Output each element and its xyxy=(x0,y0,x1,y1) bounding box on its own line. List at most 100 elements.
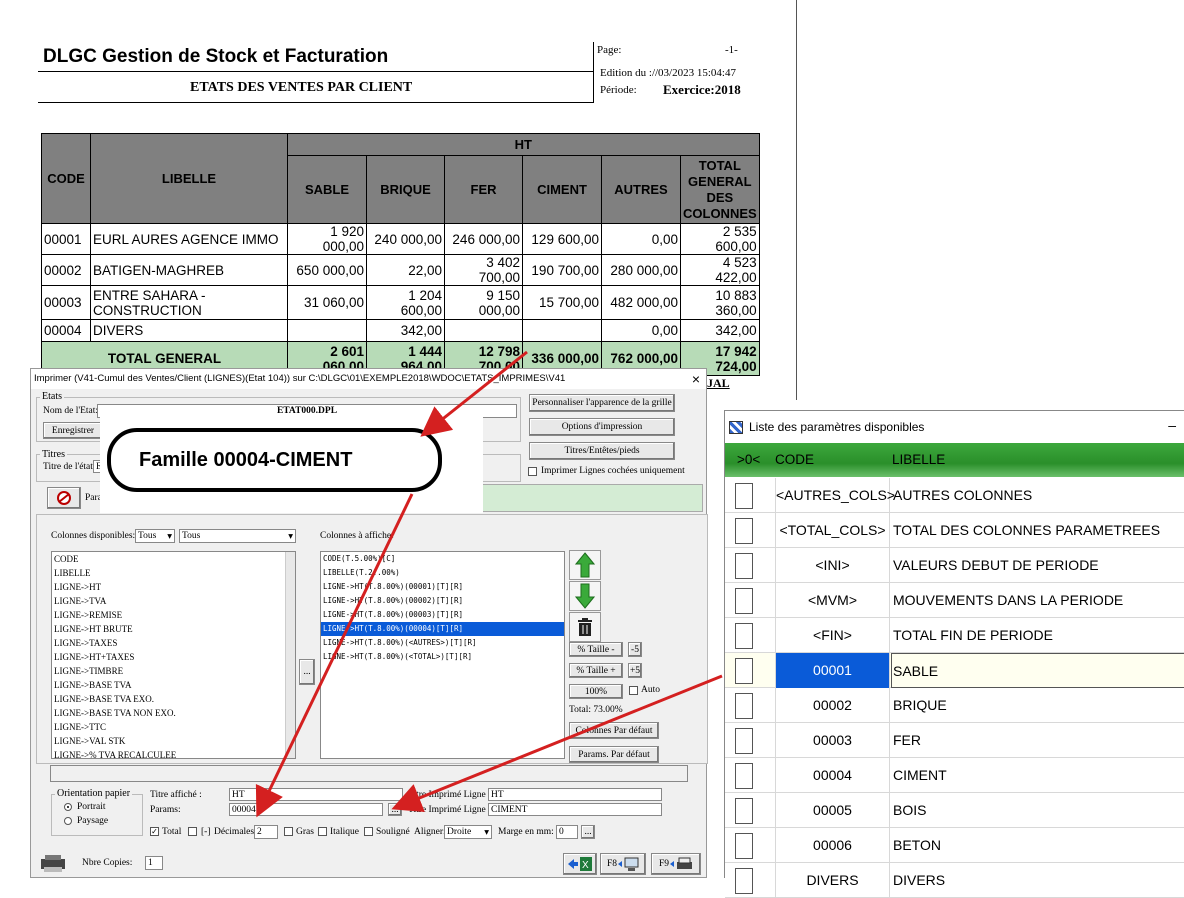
list-item[interactable]: LIBELLE(T.2..00%) xyxy=(321,566,564,580)
taille-plus-button[interactable]: % Taille + xyxy=(569,663,623,678)
portrait-radio[interactable] xyxy=(64,803,72,811)
param-row-selected[interactable]: 00001 SABLE xyxy=(725,653,1184,688)
row-checkbox[interactable] xyxy=(735,798,753,824)
libelle-header[interactable]: LIBELLE xyxy=(892,443,945,477)
row-checkbox[interactable] xyxy=(735,693,753,719)
periode-label: Période: xyxy=(600,84,637,96)
excel-export-button[interactable]: X xyxy=(563,853,597,875)
move-column-button[interactable]: ... xyxy=(299,659,315,685)
list-item[interactable]: LIGNE->BASE TVA EXO. xyxy=(52,692,295,706)
cell-value: 280 000,00 xyxy=(601,254,681,286)
list-item[interactable]: CODE(T.5.00%)[C] xyxy=(321,552,564,566)
minimize-icon[interactable]: – xyxy=(1168,417,1176,433)
list-item[interactable]: LIGNE->HT(T.8.00%)(00003)[T][R] xyxy=(321,608,564,622)
row-checkbox[interactable] xyxy=(735,763,753,789)
decimales-spinner[interactable]: 2 xyxy=(254,825,278,839)
list-item[interactable]: LIBELLE xyxy=(52,566,295,580)
titre-affiche-field[interactable]: HT xyxy=(229,788,403,801)
aligner-select[interactable]: Droite ▾ xyxy=(444,825,492,839)
list-item[interactable]: LIGNE->HT(T.8.00%)(00002)[T][R] xyxy=(321,594,564,608)
param-row[interactable]: <INI> VALEURS DEBUT DE PERIODE xyxy=(725,548,1184,583)
param-row[interactable]: <TOTAL_COLS> TOTAL DES COLONNES PARAMETRE… xyxy=(725,513,1184,548)
param-row[interactable]: 00006 BETON xyxy=(725,828,1184,863)
filter1-select[interactable]: Tous ▾ xyxy=(135,529,175,543)
list-item[interactable]: LIGNE->HT(T.8.00%)(<TOTAL>)[T][R] xyxy=(321,650,564,664)
param-row[interactable]: 00002 BRIQUE xyxy=(725,688,1184,723)
param-row[interactable]: <MVM> MOUVEMENTS DANS LA PERIODE xyxy=(725,583,1184,618)
auto-checkbox[interactable] xyxy=(629,686,638,695)
param-row[interactable]: 00003 FER xyxy=(725,723,1184,758)
copies-spinner[interactable]: 1 xyxy=(145,856,163,870)
list-item[interactable]: LIGNE->HT xyxy=(52,580,295,594)
close-icon[interactable]: × xyxy=(692,371,700,387)
printer-settings-icon[interactable] xyxy=(39,853,67,873)
row-checkbox[interactable] xyxy=(735,623,753,649)
italique-checkbox[interactable] xyxy=(318,827,327,836)
souligne-checkbox[interactable] xyxy=(364,827,373,836)
list-item[interactable]: LIGNE->% TVA RECALCULEE xyxy=(52,748,295,758)
param-libelle: FER xyxy=(893,732,921,748)
row-checkbox[interactable] xyxy=(735,833,753,859)
chevron-down-icon: ▾ xyxy=(288,532,293,542)
options-impression-button[interactable]: Options d'impression xyxy=(529,418,675,436)
row-checkbox[interactable] xyxy=(735,868,753,894)
minus-checkbox[interactable] xyxy=(188,827,197,836)
list-item[interactable]: LIGNE->VAL STK xyxy=(52,734,295,748)
filter2-select[interactable]: Tous ▾ xyxy=(179,529,296,543)
taille-minus-value[interactable]: -5 xyxy=(628,642,642,657)
available-columns-list[interactable]: CODE LIBELLE LIGNE->HT LIGNE->TVA LIGNE-… xyxy=(51,551,296,759)
taille-plus-value[interactable]: +5 xyxy=(628,663,642,678)
list-item[interactable]: LIGNE->REMISE xyxy=(52,608,295,622)
taille-minus-button[interactable]: % Taille - xyxy=(569,642,623,657)
row-checkbox[interactable] xyxy=(735,518,753,544)
list-item[interactable]: LIGNE->HT BRUTE xyxy=(52,622,295,636)
param-row[interactable]: <AUTRES_COLS> AUTRES COLONNES xyxy=(725,478,1184,513)
gras-checkbox[interactable] xyxy=(284,827,293,836)
delete-button[interactable] xyxy=(569,612,601,642)
row-checkbox[interactable] xyxy=(735,658,753,684)
colonnes-defaut-button[interactable]: Colonnes Par défaut xyxy=(569,722,659,739)
params-browse-button[interactable]: ... xyxy=(388,803,402,816)
list-item[interactable]: LIGNE->TVA xyxy=(52,594,295,608)
list-item[interactable]: LIGNE->TTC xyxy=(52,720,295,734)
row-checkbox[interactable] xyxy=(735,588,753,614)
params-field[interactable]: 00004 xyxy=(229,803,383,816)
scrollbar[interactable] xyxy=(285,552,295,758)
row-checkbox[interactable] xyxy=(735,483,753,509)
param-row[interactable]: <FIN> TOTAL FIN DE PERIODE xyxy=(725,618,1184,653)
row-checkbox[interactable] xyxy=(735,728,753,754)
list-item[interactable]: CODE xyxy=(52,552,295,566)
titres-entetes-button[interactable]: Titres/Entêtes/pieds xyxy=(529,442,675,460)
params-defaut-button[interactable]: Params. Par défaut xyxy=(569,746,659,763)
paysage-radio[interactable] xyxy=(64,817,72,825)
marge-spinner[interactable]: 0 xyxy=(556,825,578,839)
selected-columns-list[interactable]: CODE(T.5.00%)[C] LIBELLE(T.2..00%) LIGNE… xyxy=(320,551,565,759)
move-down-button[interactable] xyxy=(569,581,601,611)
f8-preview-button[interactable]: F8 xyxy=(600,853,646,875)
params-tab-icon[interactable] xyxy=(47,487,81,509)
titre-l1-field[interactable]: HT xyxy=(488,788,662,801)
list-item[interactable]: LIGNE->HT(T.8.00%)(<AUTRES>)[T][R] xyxy=(321,636,564,650)
list-item[interactable]: LIGNE->HT+TAXES xyxy=(52,650,295,664)
param-row[interactable]: DIVERS DIVERS xyxy=(725,863,1184,898)
list-item[interactable]: LIGNE->TIMBRE xyxy=(52,664,295,678)
list-item[interactable]: LIGNE->BASE TVA xyxy=(52,678,295,692)
toggle-all-header[interactable]: >0< xyxy=(737,443,760,477)
list-item-selected[interactable]: LIGNE->HT(T.8.00%)(00004)[T][R] xyxy=(321,622,564,636)
param-row[interactable]: 00004 CIMENT xyxy=(725,758,1184,793)
imprimer-cochees-checkbox[interactable] xyxy=(528,467,537,476)
list-item[interactable]: LIGNE->TAXES xyxy=(52,636,295,650)
pct100-button[interactable]: 100% xyxy=(569,684,623,699)
code-header[interactable]: CODE xyxy=(775,443,814,477)
f9-print-button[interactable]: F9 xyxy=(651,853,701,875)
list-item[interactable]: LIGNE->HT(T.8.00%)(00001)[T][R] xyxy=(321,580,564,594)
personnaliser-button[interactable]: Personnaliser l'apparence de la grille xyxy=(529,394,675,412)
row-checkbox[interactable] xyxy=(735,553,753,579)
move-up-button[interactable] xyxy=(569,550,601,580)
enregistrer-button[interactable]: Enregistrer xyxy=(43,422,103,439)
titre-l2-field[interactable]: CIMENT xyxy=(488,803,662,816)
list-item[interactable]: LIGNE->BASE TVA NON EXO. xyxy=(52,706,295,720)
total-checkbox[interactable]: ✓ xyxy=(150,827,159,836)
param-row[interactable]: 00005 BOIS xyxy=(725,793,1184,828)
marge-more-button[interactable]: ... xyxy=(581,825,595,839)
